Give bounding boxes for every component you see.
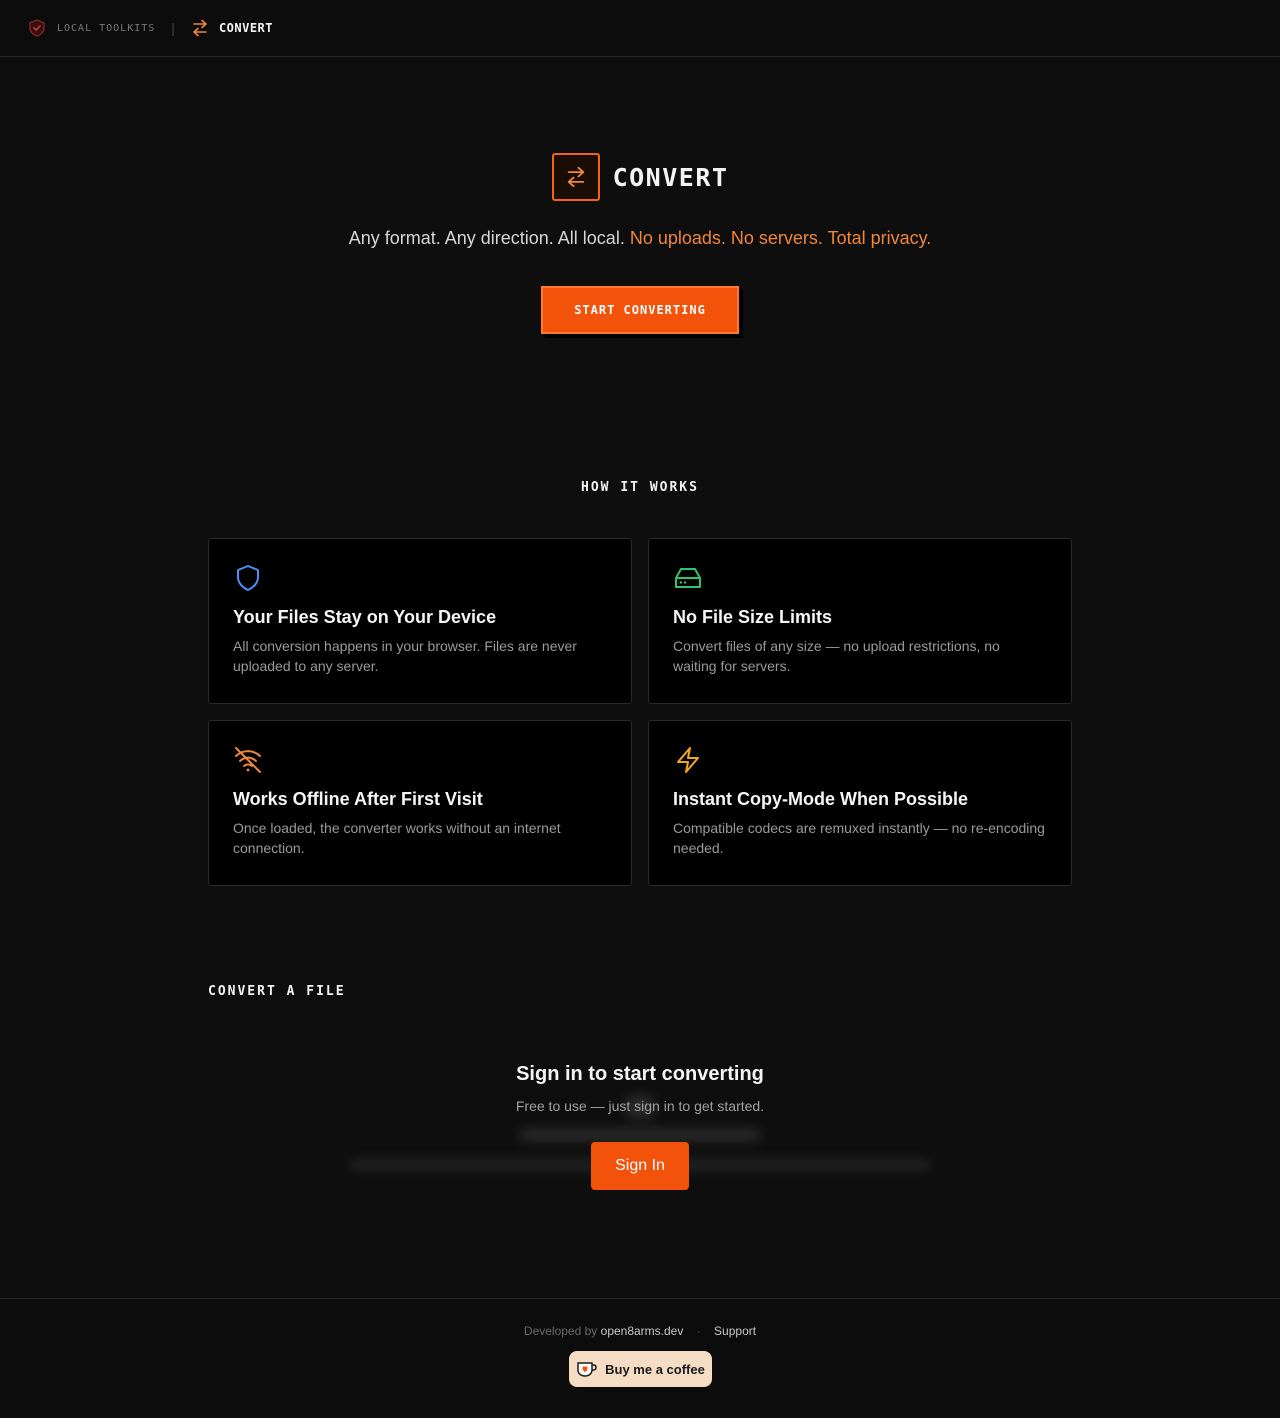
nav-tool-label: CONVERT bbox=[218, 21, 274, 35]
nav-tool-convert[interactable]: CONVERT bbox=[191, 19, 273, 37]
wifi-off-icon bbox=[235, 747, 261, 773]
hard-drive-icon bbox=[675, 568, 701, 588]
coffee-cup-icon bbox=[577, 1362, 597, 1377]
hero-logo bbox=[551, 153, 600, 201]
feature-card: Works Offline After First Visit Once loa… bbox=[208, 720, 632, 886]
signin-panel: Sign in to start converting Free to use … bbox=[0, 1063, 1280, 1114]
brand-logo-icon[interactable] bbox=[28, 19, 46, 37]
hero-subtitle-plain: Any format. Any direction. All local. bbox=[348, 228, 630, 248]
hero-subtitle-accent: No uploads. No servers. Total privacy. bbox=[629, 228, 932, 248]
zap-icon bbox=[677, 747, 699, 773]
footer-dot: · bbox=[696, 1324, 701, 1338]
nav-separator: | bbox=[171, 20, 175, 36]
feature-title: Works Offline After First Visit bbox=[233, 789, 483, 809]
swap-arrows-icon bbox=[193, 19, 207, 37]
swap-arrows-icon bbox=[567, 166, 584, 188]
feature-title: No File Size Limits bbox=[673, 607, 833, 627]
page-title: CONVERT bbox=[612, 162, 729, 192]
feature-description: Once loaded, the converter works without… bbox=[233, 820, 561, 856]
buy-me-a-coffee-button[interactable]: Buy me a coffee bbox=[569, 1351, 712, 1387]
shield-icon bbox=[237, 565, 259, 591]
feature-title: Your Files Stay on Your Device bbox=[233, 607, 497, 627]
signin-subtitle: Free to use — just sign in to get starte… bbox=[515, 1098, 765, 1114]
feature-card: Your Files Stay on Your Device All conve… bbox=[208, 538, 632, 704]
footer: Developed by open8arms.dev · Support Buy… bbox=[0, 1298, 1280, 1418]
top-nav: LOCAL TOOLKITS | CONVERT bbox=[0, 0, 1280, 57]
developer-link[interactable]: open8arms.dev bbox=[601, 1324, 684, 1338]
hero-subtitle: Any format. Any direction. All local. No… bbox=[0, 228, 1280, 249]
feature-description: Compatible codecs are remuxed instantly … bbox=[673, 820, 1045, 856]
feature-card: Instant Copy-Mode When Possible Compatib… bbox=[648, 720, 1072, 886]
signin-title: Sign in to start converting bbox=[516, 1063, 764, 1085]
support-link[interactable]: Support bbox=[714, 1324, 756, 1338]
footer-credits: Developed by open8arms.dev · Support bbox=[0, 1324, 1280, 1338]
hero-header: CONVERT bbox=[0, 153, 1280, 201]
start-converting-button[interactable]: START CONVERTING bbox=[541, 286, 739, 334]
developed-by-label: Developed by bbox=[523, 1324, 598, 1338]
coffee-label: Buy me a coffee bbox=[605, 1361, 705, 1377]
how-it-works-title: HOW IT WORKS bbox=[581, 480, 699, 495]
feature-description: All conversion happens in your browser. … bbox=[233, 638, 577, 674]
brand-label[interactable]: LOCAL TOOLKITS bbox=[57, 23, 155, 34]
feature-card: No File Size Limits Convert files of any… bbox=[648, 538, 1072, 704]
feature-cards: Your Files Stay on Your Device All conve… bbox=[208, 538, 1072, 886]
feature-description: Convert files of any size — no upload re… bbox=[673, 638, 1000, 674]
sign-in-button[interactable]: Sign In bbox=[591, 1142, 689, 1190]
feature-title: Instant Copy-Mode When Possible bbox=[673, 789, 969, 809]
convert-a-file-title: CONVERT A FILE bbox=[208, 984, 346, 999]
